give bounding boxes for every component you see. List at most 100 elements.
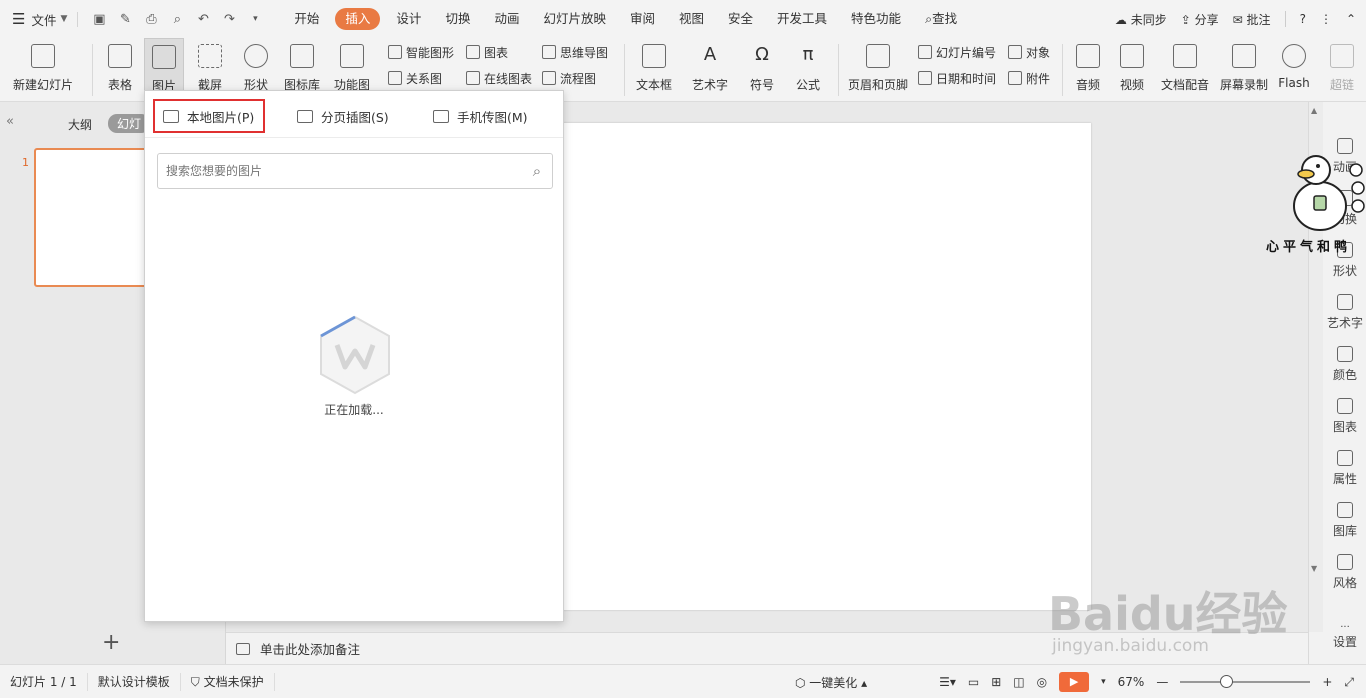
hamburger-icon[interactable]: ☰ <box>12 10 25 28</box>
attachment-button[interactable]: 附件 <box>1008 68 1050 88</box>
undo-icon[interactable]: ↶ <box>190 12 216 27</box>
local-picture-option[interactable]: 本地图片(P) <box>153 99 265 133</box>
video-button[interactable]: 视频 <box>1112 38 1152 100</box>
redo-icon[interactable]: ↷ <box>216 12 242 27</box>
new-slide-button[interactable]: 新建幻灯片 <box>8 38 78 100</box>
sync-status[interactable]: ☁ 未同步 <box>1115 11 1167 28</box>
sidebar-item-gallery[interactable]: 图库 <box>1325 502 1365 539</box>
table-button[interactable]: 表格 <box>100 38 140 100</box>
help-icon[interactable]: ? <box>1300 12 1306 26</box>
share-button[interactable]: ⇪ 分享 <box>1181 11 1219 28</box>
textbox-button[interactable]: 文本框 <box>630 38 678 100</box>
screenshot-icon <box>198 44 222 68</box>
zoom-level[interactable]: 67% <box>1118 675 1145 689</box>
tab-developer[interactable]: 开发工具 <box>765 8 839 30</box>
picture-search-input[interactable] <box>166 164 522 178</box>
icon-library-icon <box>290 44 314 68</box>
divider <box>145 137 563 138</box>
print-icon[interactable]: ⎙ <box>138 12 164 27</box>
sidebar-item-properties[interactable]: 属性 <box>1325 450 1365 487</box>
ribbon-tabs: 开始 插入 设计 切换 动画 幻灯片放映 审阅 视图 安全 开发工具 特色功能 … <box>282 8 969 30</box>
tab-view[interactable]: 视图 <box>667 8 716 30</box>
formula-button[interactable]: π 公式 <box>788 38 828 100</box>
more-icon[interactable]: ⋮ <box>1320 12 1332 26</box>
flowchart-icon <box>542 71 556 85</box>
chart-button[interactable]: 图表 <box>466 42 508 62</box>
fit-window-icon[interactable]: ⤢ <box>1344 675 1354 690</box>
comment-button[interactable]: ✉ 批注 <box>1233 11 1271 28</box>
chevron-down-icon[interactable]: ▼ <box>60 14 67 24</box>
loading-text: 正在加载... <box>324 403 384 417</box>
header-footer-button[interactable]: 页眉和页脚 <box>846 38 910 100</box>
tab-insert[interactable]: 插入 <box>335 8 381 30</box>
tab-review[interactable]: 审阅 <box>618 8 667 30</box>
print-preview-icon[interactable]: ⌕ <box>164 12 190 27</box>
phone-picture-option[interactable]: 手机传图(M) <box>425 99 536 133</box>
datetime-button[interactable]: 日期和时间 <box>918 68 996 88</box>
relation-chart-button[interactable]: 关系图 <box>388 68 442 88</box>
header-footer-icon <box>866 44 890 68</box>
divider <box>1284 11 1286 27</box>
sidebar-item-color[interactable]: 颜色 <box>1325 346 1365 383</box>
tab-animation[interactable]: 动画 <box>482 8 531 30</box>
status-bar: 幻灯片 1 / 1 默认设计模板 ⛉ 文档未保护 ⬡ 一键美化 ▴ ☰▾ ▭ ⊞… <box>0 664 1366 698</box>
comment-icon: ✉ <box>1232 12 1243 27</box>
object-button[interactable]: 对象 <box>1008 42 1050 62</box>
beautify-button[interactable]: ⬡ 一键美化 ▴ <box>795 674 867 691</box>
divider <box>624 44 625 96</box>
slide-number-icon <box>918 45 932 59</box>
color-grid-icon <box>1337 346 1353 362</box>
formula-icon: π <box>802 44 814 65</box>
online-chart-button[interactable]: 在线图表 <box>466 68 532 88</box>
audio-button[interactable]: 音频 <box>1068 38 1108 100</box>
format-painter-icon[interactable]: ✎ <box>112 12 138 27</box>
hyperlink-button[interactable]: 超链 <box>1322 38 1362 100</box>
add-slide-button[interactable]: + <box>102 630 120 655</box>
sorter-view-icon[interactable]: ⊞ <box>991 675 1001 689</box>
reading-view-icon[interactable]: ◫ <box>1013 675 1024 689</box>
save-icon[interactable]: ▣ <box>86 12 112 27</box>
sidebar-item-wordart[interactable]: 艺术字 <box>1325 294 1365 331</box>
screen-record-button[interactable]: 屏幕录制 <box>1216 38 1272 100</box>
wordart-button[interactable]: A 艺术字 <box>686 38 734 100</box>
slide-editor[interactable] <box>561 123 1091 610</box>
play-slideshow-button[interactable]: ▶ <box>1059 672 1090 692</box>
template-name[interactable]: 默认设计模板 <box>88 672 181 691</box>
zoom-slider-knob[interactable] <box>1220 675 1234 688</box>
wordart-icon <box>1337 294 1353 310</box>
search-icon[interactable]: ⌕ <box>522 162 552 180</box>
notes-toggle-icon[interactable]: ☰▾ <box>939 675 956 689</box>
normal-view-icon[interactable]: ▭ <box>968 675 979 689</box>
collapse-ribbon-icon[interactable]: ⌃ <box>1346 12 1356 26</box>
zoom-slider[interactable] <box>1180 675 1311 688</box>
tab-home[interactable]: 开始 <box>282 8 331 30</box>
file-menu[interactable]: 文件 <box>31 10 56 29</box>
tab-security[interactable]: 安全 <box>716 8 765 30</box>
record-icon[interactable]: ◎ <box>1037 675 1047 689</box>
zoom-in-icon[interactable]: + <box>1322 675 1332 689</box>
slide-number-button[interactable]: 幻灯片编号 <box>918 42 996 62</box>
scroll-up-icon[interactable]: ▲ <box>1311 106 1317 115</box>
mindmap-icon <box>542 45 556 59</box>
tab-transition[interactable]: 切换 <box>433 8 482 30</box>
page-insert-option[interactable]: 分页插图(S) <box>289 99 397 133</box>
search-tab[interactable]: ⌕查找 <box>913 8 969 30</box>
symbol-button[interactable]: Ω 符号 <box>742 38 782 100</box>
zoom-out-icon[interactable]: — <box>1156 675 1168 689</box>
protect-status[interactable]: ⛉ 文档未保护 <box>181 672 275 691</box>
picture-icon <box>163 109 179 123</box>
smart-shape-button[interactable]: 智能图形 <box>388 42 454 62</box>
mindmap-button[interactable]: 思维导图 <box>542 42 608 62</box>
online-chart-icon <box>466 71 480 85</box>
collapse-panel-icon[interactable]: « <box>6 114 14 129</box>
doc-voice-button[interactable]: 文档配音 <box>1158 38 1212 100</box>
customize-icon[interactable]: ▾ <box>242 14 268 24</box>
tab-features[interactable]: 特色功能 <box>839 8 913 30</box>
tab-outline[interactable]: 大纲 <box>68 116 92 133</box>
tab-design[interactable]: 设计 <box>384 8 433 30</box>
flash-button[interactable]: Flash <box>1276 38 1312 100</box>
sidebar-item-chart[interactable]: 图表 <box>1325 398 1365 435</box>
play-options-icon[interactable]: ▾ <box>1101 677 1106 687</box>
tab-slideshow[interactable]: 幻灯片放映 <box>531 8 618 30</box>
flowchart-button[interactable]: 流程图 <box>542 68 596 88</box>
